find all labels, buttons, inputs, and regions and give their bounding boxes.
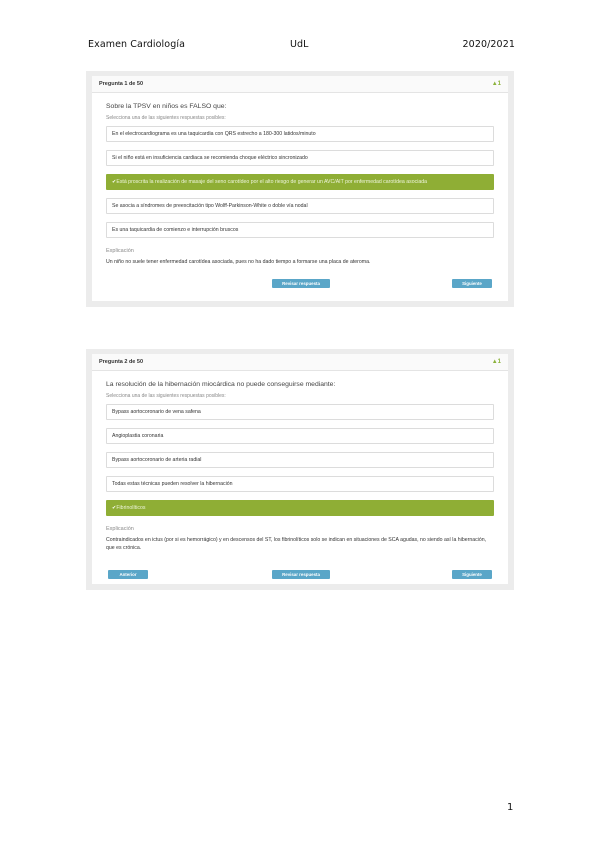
review-answer-button[interactable]: Revisar respuesta [272,570,330,579]
explanation-label: Explicación [106,526,134,532]
question-card-1: Pregunta 1 de 50 ▲1 Sobre la TPSV en niñ… [86,71,514,307]
answer-option[interactable]: Se asocia a síndromes de preexcitación t… [106,198,494,214]
review-answer-button[interactable]: Revisar respuesta [272,279,330,288]
header-center: UdL [290,39,309,50]
question-instruction: Selecciona una de las siguientes respues… [106,393,226,399]
page-number: 1 [507,802,514,813]
tree-icon[interactable]: ▲1 [492,358,501,366]
answer-option[interactable]: En el electrocardiograma es una taquicar… [106,126,494,142]
header-right: 2020/2021 [462,39,515,50]
answer-option[interactable]: Angioplastia coronaria [106,428,494,444]
question-title: Pregunta 2 de 50 [99,359,144,365]
question-prompt: La resolución de la hibernación miocárdi… [106,381,336,388]
question-card-2: Pregunta 2 de 50 ▲1 La resolución de la … [86,349,514,590]
next-button[interactable]: Siguiente [452,279,492,288]
explanation-label: Explicación [106,248,134,254]
tree-icon[interactable]: ▲1 [492,80,501,88]
next-button[interactable]: Siguiente [452,570,492,579]
question-instruction: Selecciona una de las siguientes respues… [106,115,226,121]
answer-option[interactable]: Es una taquicardia de comienzo e interru… [106,222,494,238]
explanation-text: Contraindicados en ictus (por si es hemo… [106,537,487,551]
answer-option-correct[interactable]: ✔Fibrinolíticos [106,500,494,516]
question-prompt: Sobre la TPSV en niños es FALSO que: [106,103,227,110]
answer-option-correct[interactable]: ✔Está proscrita la realización de masaje… [106,174,494,190]
previous-button[interactable]: Anterior [108,570,148,579]
answer-option[interactable]: Todas estas técnicas pueden resolver la … [106,476,494,492]
header-left: Examen Cardiología [88,39,186,50]
answer-option[interactable]: Si el niño está en insuficiencia cardiac… [106,150,494,166]
answer-option[interactable]: Bypass aortocoronario de vena safena [106,404,494,420]
answer-option[interactable]: Bypass aortocoronario de arteria radial [106,452,494,468]
question-header: Pregunta 2 de 50 ▲1 [92,354,508,371]
question-title: Pregunta 1 de 50 [99,81,144,87]
explanation-text: Un niño no suele tener enfermedad carotí… [106,259,371,265]
question-header: Pregunta 1 de 50 ▲1 [92,76,508,93]
